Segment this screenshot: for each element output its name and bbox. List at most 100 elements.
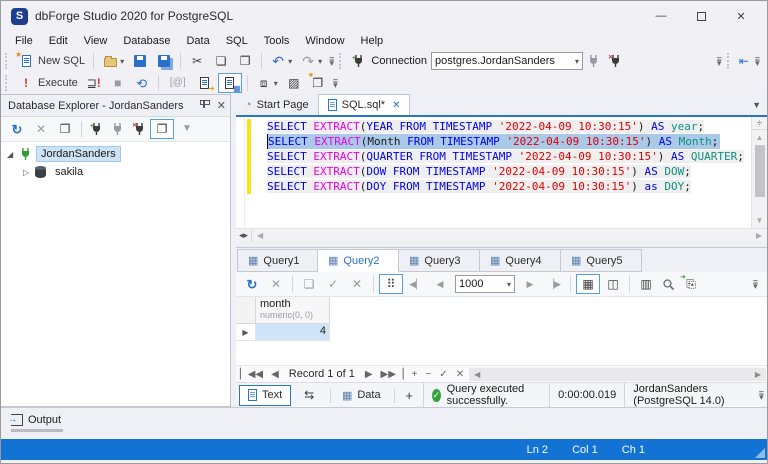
last-record-icon[interactable]: ▶▶▕ — [377, 369, 408, 380]
query-profiler-button[interactable]: ▦ — [217, 73, 242, 93]
generate-script-button[interactable]: ➜ — [194, 73, 216, 93]
splitter-handle[interactable]: ◂▸ — [236, 229, 252, 242]
prev-record-icon[interactable]: ◀ — [267, 369, 283, 380]
tab-start-page[interactable]: ◔ Start Page — [236, 94, 318, 115]
menu-window[interactable]: Window — [297, 33, 352, 49]
result-refresh-button[interactable]: ↻ — [241, 274, 263, 294]
apply-button[interactable]: ✓ — [322, 274, 344, 294]
layout-button[interactable]: ⧈ ▾ — [253, 73, 281, 93]
split-editor-handle[interactable]: ÷ — [752, 117, 767, 130]
menu-view[interactable]: View — [76, 33, 116, 49]
first-page-button[interactable]: ◀▏ — [405, 274, 427, 294]
undo-button[interactable]: ↶ ▾ — [267, 51, 295, 71]
menu-sql[interactable]: SQL — [218, 33, 256, 49]
grid-view-button[interactable]: ▦ — [576, 274, 600, 294]
tree-node-database[interactable]: ▷ sakila — [1, 163, 230, 181]
toolbar-overflow-button[interactable]: ≡ ▾ — [756, 389, 767, 402]
result-tab-query4[interactable]: ▦ Query4 — [480, 249, 561, 272]
sql-editor[interactable]: SELECT EXTRACT(YEAR FROM TIMESTAMP '2022… — [236, 117, 767, 228]
view-tab-data[interactable]: ▦ Data — [334, 385, 389, 406]
code-line-5[interactable]: SELECT EXTRACT(DOY FROM TIMESTAMP '2022-… — [267, 179, 751, 194]
panel-close-icon[interactable]: ✕ — [217, 99, 226, 112]
editor-horizontal-scrollbar[interactable]: ◂▸ ◀ ▶ — [236, 228, 767, 242]
grid-horizontal-scrollbar[interactable]: ◀ ▶ — [469, 367, 766, 381]
toolbar-overflow-button[interactable]: ≡ ▾ — [330, 77, 341, 90]
append-record-icon[interactable]: + — [408, 369, 422, 380]
new-window-button[interactable]: ❐ ★ — [307, 72, 329, 93]
explorer-disconnect-button[interactable]: ✕ — [129, 119, 148, 139]
menu-file[interactable]: File — [7, 33, 41, 49]
editor-vertical-scrollbar[interactable]: ÷ ▲ ▼ — [751, 117, 767, 228]
tab-output[interactable]: Output — [8, 412, 65, 427]
save-all-button[interactable] — [153, 51, 175, 71]
first-record-icon[interactable]: ▏◀◀ — [236, 369, 267, 380]
menu-edit[interactable]: Edit — [41, 33, 76, 49]
new-sql-button[interactable]: ★ New SQL — [15, 51, 88, 71]
menu-help[interactable]: Help — [353, 33, 392, 49]
scroll-right-icon[interactable]: ▶ — [750, 370, 766, 379]
query-history-button[interactable]: ⟲ — [131, 73, 153, 93]
expander-collapsed-icon[interactable]: ▷ — [23, 168, 35, 177]
connection-combobox[interactable]: postgres.JordanSanders ▾ — [431, 52, 584, 70]
code-line-4[interactable]: SELECT EXTRACT(DOW FROM TIMESTAMP '2022-… — [267, 164, 751, 179]
redo-button[interactable]: ↷ ▾ — [297, 51, 325, 71]
explorer-filter-button[interactable]: ▼ — [176, 119, 198, 139]
resize-grip[interactable] — [755, 448, 765, 458]
add-view-button[interactable]: + — [397, 385, 421, 406]
execute-script-button[interactable]: ⊒! — [83, 73, 105, 93]
explorer-show-preview-button[interactable]: ❐ — [150, 119, 174, 139]
minimize-button[interactable]: — — [641, 4, 681, 28]
query-plan-button[interactable]: ▨ — [283, 73, 305, 93]
tab-close-icon[interactable]: ✕ — [392, 100, 400, 111]
disconnect-button[interactable]: ✕ — [605, 51, 624, 71]
explorer-duplicate-button[interactable]: ❐ — [54, 119, 76, 139]
paste-button[interactable]: ❐ — [234, 51, 256, 71]
post-edit-icon[interactable]: ✓ — [435, 369, 451, 380]
prev-page-button[interactable]: ◀ — [429, 274, 451, 294]
menu-tools[interactable]: Tools — [256, 33, 298, 49]
swap-layout-button[interactable]: ⇆ — [293, 385, 325, 406]
explorer-refresh-button[interactable]: ↻ — [6, 119, 28, 139]
window-list-icon[interactable]: ⇤ — [736, 53, 752, 69]
result-tab-query2[interactable]: ▦ Query2 — [318, 249, 399, 272]
cut-button[interactable]: ✂ — [186, 51, 208, 71]
code-line-2[interactable]: SELECT EXTRACT(Month FROM TIMESTAMP '202… — [267, 134, 721, 149]
column-picker-button[interactable]: ▥ — [635, 274, 657, 294]
scroll-down-icon[interactable]: ▼ — [756, 213, 764, 228]
toolbar-grip[interactable] — [5, 53, 10, 69]
code-line-3[interactable]: SELECT EXTRACT(QUARTER FROM TIMESTAMP '2… — [267, 149, 751, 164]
new-connection-button[interactable]: + — [349, 51, 368, 71]
scroll-left-icon[interactable]: ◀ — [252, 231, 268, 240]
explorer-connect-button[interactable] — [108, 119, 127, 139]
find-button[interactable] — [659, 274, 678, 294]
code-area[interactable]: SELECT EXTRACT(YEAR FROM TIMESTAMP '2022… — [245, 117, 751, 228]
tree-node-connection[interactable]: ◢ JordanSanders — [1, 145, 230, 163]
toolbar-overflow-button[interactable]: ≡ ▾ — [326, 55, 337, 68]
delete-record-icon[interactable]: − — [421, 369, 435, 380]
open-file-button[interactable]: ▾ — [99, 51, 127, 71]
toolbar-grip[interactable] — [339, 53, 344, 69]
scrollbar-thumb[interactable] — [754, 145, 765, 197]
scroll-left-icon[interactable]: ◀ — [469, 370, 485, 379]
last-page-button[interactable]: ▕▶ — [543, 274, 565, 294]
toolbar-grip[interactable] — [5, 75, 10, 91]
explorer-new-connection-button[interactable]: + — [87, 119, 106, 139]
scroll-right-icon[interactable]: ▶ — [751, 231, 767, 240]
next-record-icon[interactable]: ▶ — [361, 369, 377, 380]
maximize-button[interactable] — [681, 4, 721, 28]
card-view-button[interactable]: ◫ — [602, 274, 624, 294]
toolbar-overflow-button[interactable]: ≡ ▾ — [713, 55, 724, 68]
code-line-1[interactable]: SELECT EXTRACT(YEAR FROM TIMESTAMP '2022… — [267, 119, 751, 134]
next-page-button[interactable]: ▶ — [519, 274, 541, 294]
result-tab-query5[interactable]: ▦ Query5 — [561, 249, 642, 272]
revert-button[interactable]: ✕ — [346, 274, 368, 294]
close-button[interactable]: ✕ — [721, 4, 761, 28]
menu-database[interactable]: Database — [115, 33, 178, 49]
save-button[interactable] — [129, 51, 151, 71]
menu-data[interactable]: Data — [178, 33, 217, 49]
toolbar-overflow-button[interactable]: ≡ ▾ — [752, 55, 763, 68]
execute-button[interactable]: ! Execute — [15, 73, 81, 93]
column-header-month[interactable]: month numeric(0, 0) — [256, 297, 330, 324]
toolbar-grip[interactable] — [726, 53, 732, 69]
tab-sql-document[interactable]: SQL.sql* ✕ — [317, 94, 411, 115]
